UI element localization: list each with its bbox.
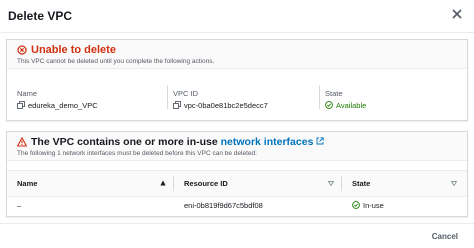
- row-resource-id: eni-0b819f9d67c5bdf08: [184, 201, 263, 210]
- column-divider: [319, 85, 320, 109]
- row-state-text: In-use: [363, 201, 384, 210]
- column-header-state[interactable]: State: [352, 179, 370, 188]
- column-divider: [167, 85, 168, 109]
- interfaces-title-text: The VPC contains one or more in-use: [31, 136, 221, 148]
- table-header: Name Resource ID State: [7, 170, 467, 197]
- vpc-id-value: vpc-0ba0e81bc2e5decc7: [173, 101, 268, 110]
- vpc-state-label: State: [325, 89, 343, 98]
- vpc-state-value: Available: [325, 101, 366, 110]
- error-panel-header: Unable to delete This VPC cannot be dele…: [7, 40, 467, 69]
- close-icon[interactable]: [450, 7, 464, 21]
- row-name: –: [17, 201, 22, 210]
- column-divider: [173, 176, 174, 191]
- vpc-id-label: VPC ID: [173, 89, 199, 98]
- network-interfaces-link[interactable]: network interfaces: [221, 136, 314, 148]
- external-link-icon[interactable]: [316, 137, 325, 145]
- error-description: This VPC cannot be deleted until you com…: [17, 58, 215, 65]
- copy-icon[interactable]: [173, 101, 181, 109]
- modal-title: Delete VPC: [8, 9, 73, 23]
- sort-icon[interactable]: [451, 181, 457, 186]
- interfaces-panel-header: The VPC contains one or more in-use netw…: [7, 132, 467, 161]
- error-panel: Unable to delete This VPC cannot be dele…: [6, 39, 468, 121]
- vpc-name-label: Name: [17, 89, 38, 98]
- row-state: In-use: [352, 201, 384, 210]
- vpc-state-text: Available: [336, 101, 367, 110]
- column-divider: [341, 176, 342, 191]
- copy-icon[interactable]: [17, 101, 25, 109]
- vpc-id-text: vpc-0ba0e81bc2e5decc7: [184, 101, 268, 110]
- check-circle-icon: [325, 101, 333, 109]
- interfaces-description: The following 1 network interfaces must …: [17, 150, 257, 157]
- modal-header: Delete VPC: [0, 0, 474, 33]
- sort-ascending-icon[interactable]: [160, 180, 166, 186]
- check-circle-icon: [352, 201, 360, 209]
- warning-icon: [17, 137, 27, 147]
- error-circle-icon: [17, 45, 27, 55]
- sort-icon[interactable]: [328, 181, 334, 186]
- footer-divider: [0, 223, 474, 224]
- cancel-button[interactable]: Cancel: [432, 232, 458, 241]
- column-header-name[interactable]: Name: [17, 179, 37, 188]
- interfaces-panel: The VPC contains one or more in-use netw…: [6, 131, 468, 217]
- interfaces-title: The VPC contains one or more in-use netw…: [31, 136, 325, 148]
- vpc-name-text: edureka_demo_VPC: [28, 101, 98, 110]
- vpc-name-value: edureka_demo_VPC: [17, 101, 98, 110]
- column-header-resource-id[interactable]: Resource ID: [184, 179, 228, 188]
- error-title: Unable to delete: [31, 44, 116, 56]
